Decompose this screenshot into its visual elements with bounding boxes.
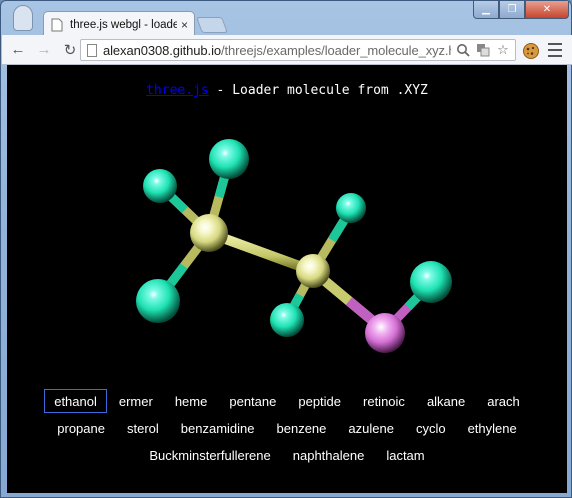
molecule-button-cyclo[interactable]: cyclo <box>406 416 456 440</box>
zoom-icon[interactable] <box>455 42 471 58</box>
tab-strip: three.js webgl - loader mo × ▁ ❐ ✕ <box>1 1 572 37</box>
profile-icon[interactable] <box>13 5 33 31</box>
tab-active[interactable]: three.js webgl - loader mo × <box>43 11 195 37</box>
atom-hydrogen <box>336 193 366 223</box>
browser-window: three.js webgl - loader mo × ▁ ❐ ✕ ← → ↻… <box>0 0 572 498</box>
atom-hydrogen <box>209 139 249 179</box>
close-window-button[interactable]: ✕ <box>525 1 569 19</box>
minimize-button[interactable]: ▁ <box>473 1 499 19</box>
tab-close-icon[interactable]: × <box>181 19 188 31</box>
omnibox-icons: ☆ <box>451 42 511 58</box>
molecule-button-naphthalene[interactable]: naphthalene <box>283 443 375 467</box>
url-host: alexan0308.github.io <box>103 42 221 58</box>
molecule-button-heme[interactable]: heme <box>165 389 218 413</box>
new-tab-button[interactable] <box>196 17 228 33</box>
molecule-button-azulene[interactable]: azulene <box>338 416 404 440</box>
maximize-button[interactable]: ❐ <box>499 1 525 19</box>
molecule-button-sterol[interactable]: sterol <box>117 416 169 440</box>
molecule-menu: ethanol ermer heme pentane peptide retinoic al… <box>17 389 557 470</box>
window-controls: ▁ ❐ ✕ <box>473 1 569 19</box>
translate-icon[interactable] <box>475 42 491 58</box>
url-text[interactable]: alexan0308.github.io/threejs/examples/lo… <box>103 43 451 58</box>
menu-bar-line <box>548 49 562 51</box>
atom-hydrogen <box>410 261 452 303</box>
molecule-button-benzene[interactable]: benzene <box>267 416 337 440</box>
menu-bar-line <box>548 55 562 57</box>
chrome-menu-icon[interactable] <box>548 43 562 57</box>
molecule-button-ermer[interactable]: ermer <box>109 389 163 413</box>
reload-icon[interactable]: ↻ <box>60 40 80 60</box>
atoms <box>136 139 452 353</box>
cookie-extension-icon[interactable] <box>522 42 540 60</box>
atom-hydrogen <box>136 279 180 323</box>
atom-carbon <box>190 214 228 252</box>
browser-toolbar: ← → ↻ alexan0308.github.io/threejs/examp… <box>2 35 572 65</box>
address-bar[interactable]: alexan0308.github.io/threejs/examples/lo… <box>80 39 516 61</box>
atom-hydrogen <box>143 169 177 203</box>
molecule-button-arach[interactable]: arach <box>477 389 530 413</box>
molecule-button-ethanol[interactable]: ethanol <box>44 389 107 413</box>
atom-oxygen <box>365 313 405 353</box>
bookmark-star-icon[interactable]: ☆ <box>495 42 511 58</box>
atom-carbon <box>296 254 330 288</box>
molecule-button-lactam[interactable]: lactam <box>376 443 434 467</box>
molecule-button-peptide[interactable]: peptide <box>288 389 351 413</box>
menu-bar-line <box>548 43 562 45</box>
molecule-button-benzamidine[interactable]: benzamidine <box>171 416 265 440</box>
molecule-button-alkane[interactable]: alkane <box>417 389 475 413</box>
tab-title: three.js webgl - loader mo <box>70 18 177 31</box>
atom-hydrogen <box>270 303 304 337</box>
page-favicon-icon <box>50 18 64 32</box>
url-path: /threejs/examples/loader_molecule_xyz.ht… <box>221 42 451 58</box>
molecule-button-ethylene[interactable]: ethylene <box>458 416 527 440</box>
molecule-button-buckminsterfullerene[interactable]: Buckminsterfullerene <box>139 443 280 467</box>
molecule-button-retinoic[interactable]: retinoic <box>353 389 415 413</box>
molecule-button-pentane[interactable]: pentane <box>219 389 286 413</box>
webgl-viewport[interactable]: three.js - Loader molecule from .XYZ eth… <box>7 65 567 493</box>
back-arrow-icon[interactable]: ← <box>8 40 28 60</box>
molecule-button-propane[interactable]: propane <box>47 416 115 440</box>
page-info-icon[interactable] <box>87 43 97 57</box>
forward-arrow-icon[interactable]: → <box>34 40 54 60</box>
